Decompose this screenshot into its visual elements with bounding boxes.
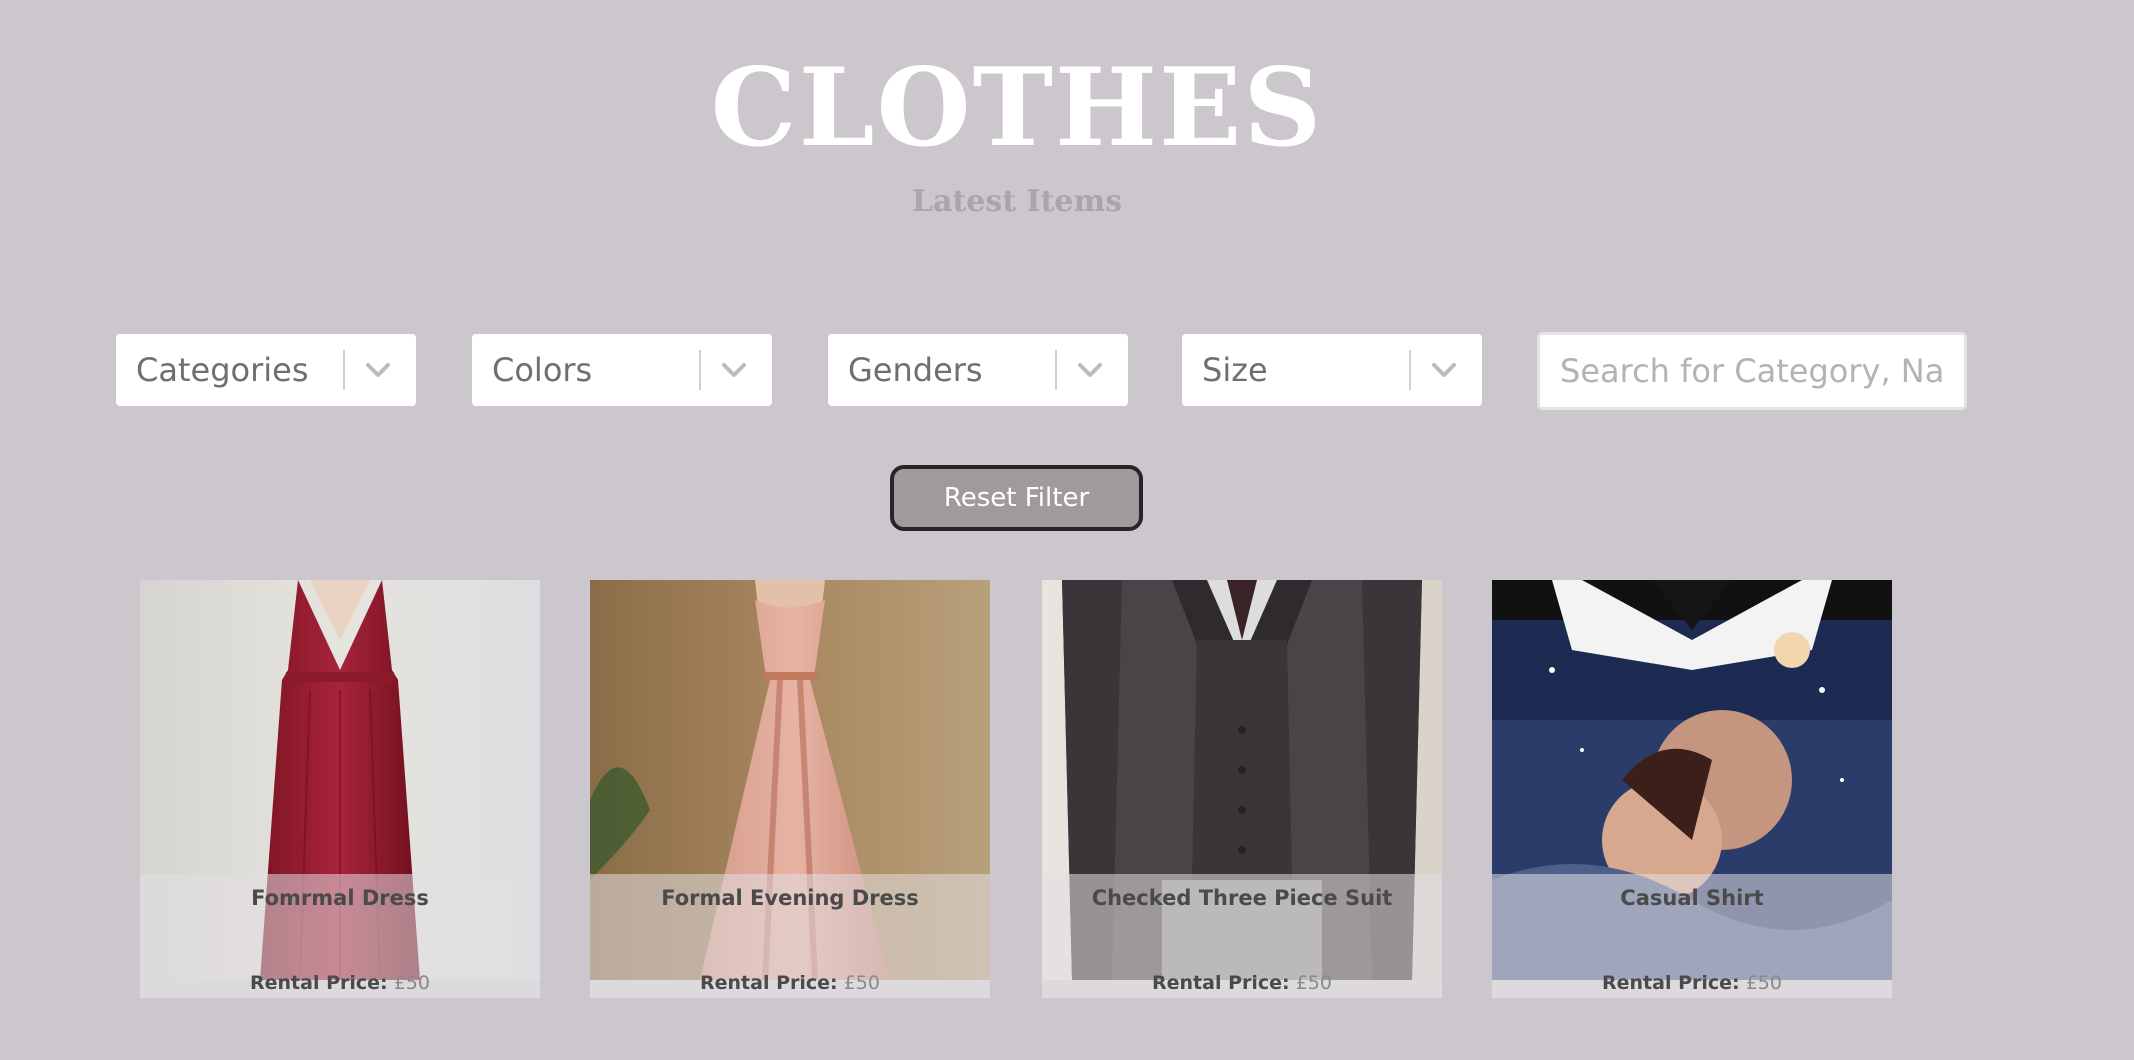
price-label: Rental Price: <box>700 972 838 994</box>
price-label: Rental Price: <box>1152 972 1290 994</box>
product-card[interactable]: Formal Evening Dress Rental Price: £50 <box>590 580 990 998</box>
price-label: Rental Price: <box>250 972 388 994</box>
product-card[interactable]: Checked Three Piece Suit Rental Price: £… <box>1042 580 1442 998</box>
size-dropdown[interactable]: Size <box>1182 334 1482 406</box>
product-price: Rental Price: £50 <box>140 971 540 995</box>
chevron-down-icon[interactable] <box>1426 352 1462 388</box>
dropdown-separator <box>343 350 345 390</box>
product-price: Rental Price: £50 <box>1492 971 1892 995</box>
colors-dropdown[interactable]: Colors <box>472 334 772 406</box>
product-card[interactable]: Fomrmal Dress Rental Price: £50 <box>140 580 540 998</box>
price-value: £50 <box>1745 972 1782 994</box>
chevron-down-icon[interactable] <box>1072 352 1108 388</box>
reset-filter-button[interactable]: Reset Filter <box>890 465 1143 531</box>
categories-dropdown[interactable]: Categories <box>116 334 416 406</box>
dropdown-separator <box>699 350 701 390</box>
search-input[interactable] <box>1537 332 1967 410</box>
product-name: Fomrmal Dress <box>251 886 429 910</box>
product-name: Checked Three Piece Suit <box>1091 886 1393 910</box>
chevron-down-icon[interactable] <box>360 352 396 388</box>
price-label: Rental Price: <box>1602 972 1740 994</box>
chevron-down-icon[interactable] <box>716 352 752 388</box>
dropdown-separator <box>1409 350 1411 390</box>
price-value: £50 <box>393 972 430 994</box>
price-value: £50 <box>1295 972 1332 994</box>
product-price: Rental Price: £50 <box>1042 971 1442 995</box>
colors-dropdown-label: Colors <box>492 351 593 389</box>
product-name: Casual Shirt <box>1620 886 1764 910</box>
page-title: CLOTHES <box>710 45 1324 171</box>
page-subtitle: Latest Items <box>911 184 1123 219</box>
categories-dropdown-label: Categories <box>136 351 309 389</box>
size-dropdown-label: Size <box>1202 351 1268 389</box>
genders-dropdown[interactable]: Genders <box>828 334 1128 406</box>
product-price: Rental Price: £50 <box>590 971 990 995</box>
product-name: Formal Evening Dress <box>661 886 919 910</box>
product-card[interactable]: Casual Shirt Rental Price: £50 <box>1492 580 1892 998</box>
price-value: £50 <box>843 972 880 994</box>
genders-dropdown-label: Genders <box>848 351 983 389</box>
dropdown-separator <box>1055 350 1057 390</box>
